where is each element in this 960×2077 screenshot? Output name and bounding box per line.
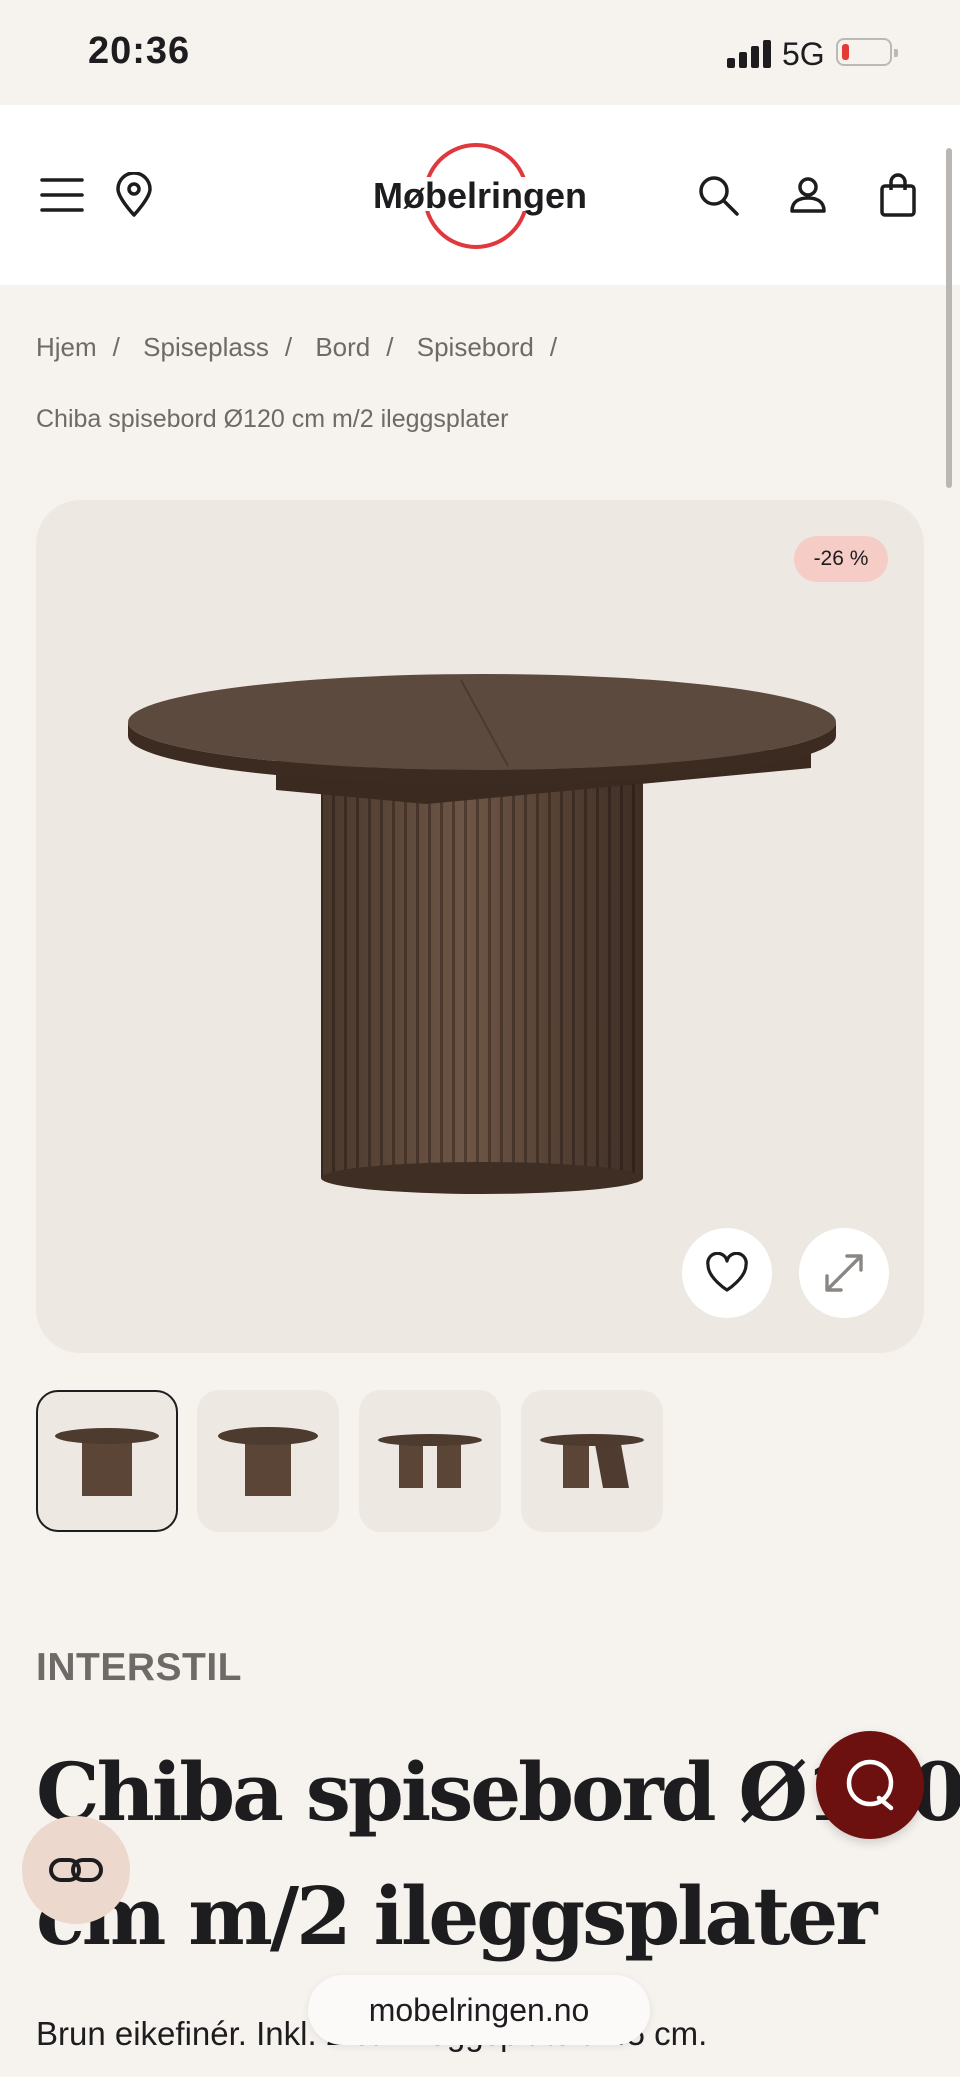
search-icon[interactable] — [688, 165, 748, 225]
thumbnail-image — [378, 1434, 482, 1488]
breadcrumb: Hjem / Spiseplass / Bord / Spisebord / — [36, 332, 573, 363]
fullscreen-button[interactable] — [799, 1228, 889, 1318]
signal-icon — [727, 38, 773, 68]
thumbnail-4[interactable] — [521, 1390, 663, 1532]
expand-icon — [825, 1254, 863, 1292]
site-header: Møbelringen — [0, 105, 960, 285]
favorite-button[interactable] — [682, 1228, 772, 1318]
copy-link-button[interactable] — [22, 1816, 130, 1924]
status-time: 20:36 — [88, 30, 191, 72]
logo-text: Møbelringen — [373, 175, 587, 216]
breadcrumb-home[interactable]: Hjem — [36, 332, 97, 362]
battery-icon — [836, 38, 898, 66]
breadcrumb-separator: / — [386, 332, 394, 362]
breadcrumb-separator: / — [549, 332, 558, 362]
network-label: 5G — [782, 36, 825, 72]
breadcrumb-current: Chiba spisebord Ø120 cm m/2 ileggsplater — [36, 405, 509, 433]
user-icon[interactable] — [778, 165, 838, 225]
breadcrumb-bord[interactable]: Bord — [315, 332, 370, 362]
shopping-bag-icon[interactable] — [868, 165, 928, 225]
thumbnail-image — [55, 1428, 159, 1496]
thumbnail-1[interactable] — [36, 1390, 178, 1532]
thumbnail-2[interactable] — [197, 1390, 339, 1532]
thumbnail-3[interactable] — [359, 1390, 501, 1532]
thumbnail-image — [540, 1434, 644, 1488]
menu-icon[interactable] — [32, 165, 92, 225]
link-icon — [49, 1858, 103, 1882]
chat-button[interactable] — [816, 1731, 924, 1839]
product-image-gallery[interactable]: -26 % — [36, 500, 924, 1353]
product-brand[interactable]: INTERSTIL — [36, 1646, 242, 1690]
discount-badge: -26 % — [794, 536, 888, 582]
page-scrollbar[interactable] — [946, 148, 952, 488]
status-bar: 20:36 5G — [0, 0, 960, 105]
breadcrumb-spisebord[interactable]: Spisebord — [417, 332, 534, 362]
chat-icon — [846, 1759, 894, 1811]
site-logo[interactable]: Møbelringen — [365, 137, 595, 255]
product-image-table — [128, 674, 836, 1194]
breadcrumb-separator: / — [112, 332, 120, 362]
location-pin-icon[interactable] — [104, 165, 164, 225]
breadcrumb-spiseplass[interactable]: Spiseplass — [143, 332, 269, 362]
browser-url-bar[interactable]: mobelringen.no — [308, 1975, 650, 2045]
heart-icon — [706, 1252, 748, 1292]
breadcrumb-separator: / — [284, 332, 293, 362]
thumbnail-image — [218, 1427, 318, 1496]
